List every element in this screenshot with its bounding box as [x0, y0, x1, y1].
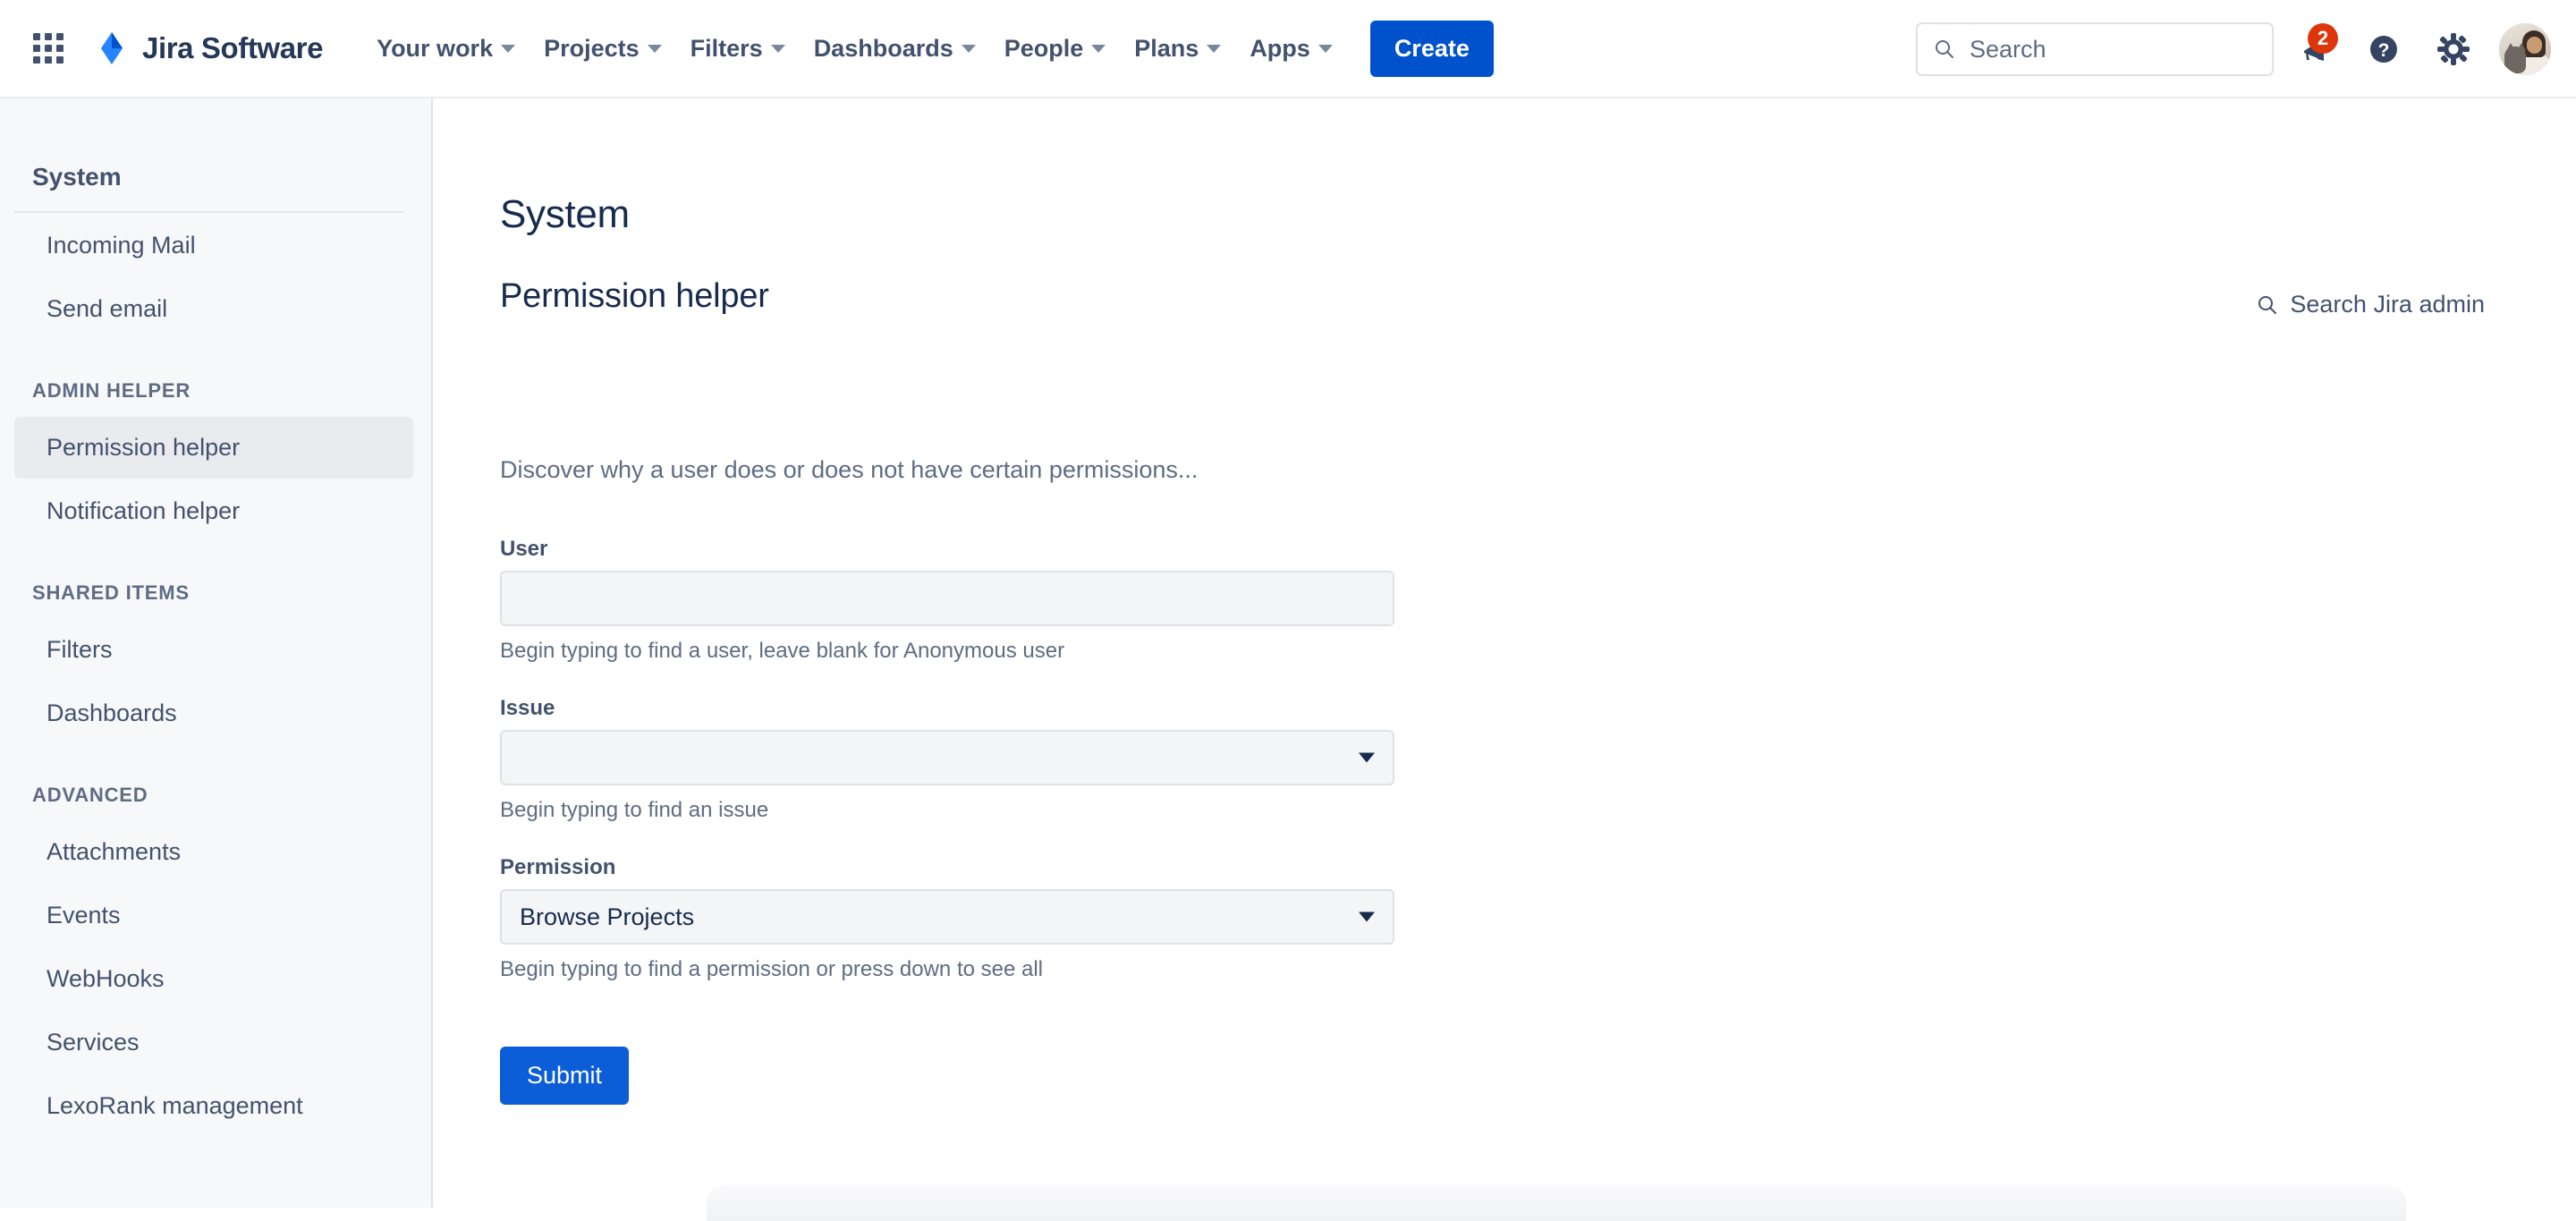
permission-select-wrapper: Browse Projects — [500, 889, 1394, 945]
top-navigation-bar: Jira Software Your work Projects Filters… — [0, 0, 2576, 98]
nav-item-label: Dashboards — [813, 34, 953, 62]
issue-select-wrapper — [500, 730, 1394, 785]
main-content: System Search Jira admin Permission help… — [435, 98, 2576, 1208]
chevron-down-icon — [501, 44, 516, 53]
search-jira-admin-link[interactable]: Search Jira admin — [2245, 291, 2485, 318]
nav-item-label: Apps — [1250, 34, 1310, 62]
nav-item-label: Projects — [544, 34, 640, 62]
sidebar-section-advanced: ADVANCED — [32, 784, 148, 806]
sidebar-item-lexorank-management[interactable]: LexoRank management — [14, 1075, 413, 1137]
sidebar-item-notification-helper[interactable]: Notification helper — [14, 480, 413, 542]
permission-helper-form: User Begin typing to find a user, leave … — [500, 537, 1394, 1105]
sidebar-section-shared-items: SHARED ITEMS — [32, 581, 190, 604]
user-field-help: Begin typing to find a user, leave blank… — [500, 639, 1065, 663]
sidebar-item-send-email[interactable]: Send email — [14, 278, 413, 340]
admin-sidebar: System Incoming Mail Send email ADMIN HE… — [0, 98, 433, 1208]
nav-item-people[interactable]: People — [992, 27, 1119, 71]
avatar[interactable] — [2499, 23, 2551, 75]
issue-select[interactable] — [500, 730, 1394, 785]
sidebar-item-events[interactable]: Events — [14, 885, 413, 946]
brand-home-link[interactable]: Jira Software — [93, 30, 323, 67]
sidebar-divider — [14, 211, 404, 213]
notifications-button[interactable]: 2 — [2284, 20, 2343, 79]
nav-item-projects[interactable]: Projects — [531, 27, 674, 71]
user-field-label: User — [500, 537, 548, 561]
search-jira-admin-label: Search Jira admin — [2290, 291, 2485, 318]
grid-apps-icon — [33, 33, 64, 64]
global-search-box[interactable] — [1916, 22, 2274, 76]
search-icon — [2257, 294, 2278, 316]
permission-field-group: Permission Browse Projects Begin typing … — [500, 855, 1394, 982]
nav-item-your-work[interactable]: Your work — [364, 27, 528, 71]
nav-item-label: Plans — [1134, 34, 1199, 62]
sidebar-item-webhooks[interactable]: WebHooks — [14, 948, 413, 1010]
chevron-down-icon — [961, 44, 976, 53]
create-button[interactable]: Create — [1369, 20, 1494, 77]
user-input[interactable] — [500, 571, 1394, 626]
jira-diamond-logo — [93, 30, 131, 67]
nav-item-apps[interactable]: Apps — [1237, 27, 1345, 71]
search-input[interactable] — [1968, 34, 2256, 64]
permission-field-label: Permission — [500, 855, 616, 879]
nav-item-dashboards[interactable]: Dashboards — [801, 27, 988, 71]
sidebar-item-dashboards[interactable]: Dashboards — [14, 683, 413, 744]
avatar-cat — [2504, 47, 2526, 73]
sidebar-section-admin-helper: ADMIN HELPER — [32, 379, 191, 402]
permission-select[interactable]: Browse Projects — [500, 889, 1394, 945]
chevron-down-icon — [1091, 44, 1106, 53]
chevron-down-icon — [1207, 44, 1222, 53]
help-button[interactable]: ? — [2354, 20, 2413, 79]
app-switcher-icon[interactable] — [29, 29, 68, 68]
nav-item-plans[interactable]: Plans — [1122, 27, 1233, 71]
svg-text:?: ? — [2378, 40, 2390, 61]
sidebar-item-incoming-mail[interactable]: Incoming Mail — [14, 215, 413, 276]
nav-item-label: Your work — [377, 34, 494, 62]
bottom-overlay-panel — [707, 1185, 2406, 1221]
help-circle-icon: ? — [2370, 36, 2397, 63]
issue-field-label: Issue — [500, 696, 555, 720]
gear-icon — [2437, 33, 2470, 65]
issue-field-help: Begin typing to find an issue — [500, 798, 769, 822]
page-title: System — [500, 192, 630, 236]
settings-button[interactable] — [2424, 20, 2483, 79]
chevron-down-icon — [647, 44, 662, 53]
sidebar-item-services[interactable]: Services — [14, 1012, 413, 1073]
primary-nav-items: Your work Projects Filters Dashboards Pe… — [364, 20, 1494, 77]
sidebar-title: System — [32, 163, 122, 191]
sidebar-item-filters[interactable]: Filters — [14, 619, 413, 681]
sidebar-item-attachments[interactable]: Attachments — [14, 821, 413, 883]
chevron-down-icon — [1318, 44, 1333, 53]
nav-item-label: Filters — [690, 34, 763, 62]
section-description: Discover why a user does or does not hav… — [500, 456, 1199, 483]
user-field-group: User Begin typing to find a user, leave … — [500, 537, 1394, 664]
issue-field-group: Issue Begin typing to find an issue — [500, 696, 1394, 823]
nav-item-label: People — [1004, 34, 1084, 62]
permission-field-help: Begin typing to find a permission or pre… — [500, 957, 1043, 981]
search-icon — [1934, 38, 1955, 60]
chevron-down-icon — [770, 44, 785, 53]
sidebar-item-permission-helper[interactable]: Permission helper — [14, 417, 413, 479]
notification-badge: 2 — [2308, 23, 2338, 54]
brand-name: Jira Software — [142, 31, 324, 64]
section-title: Permission helper — [500, 277, 769, 315]
submit-button[interactable]: Submit — [500, 1047, 630, 1105]
nav-item-filters[interactable]: Filters — [678, 27, 798, 71]
top-nav-right-group: 2 ? — [1916, 0, 2551, 98]
avatar-face — [2527, 37, 2542, 54]
